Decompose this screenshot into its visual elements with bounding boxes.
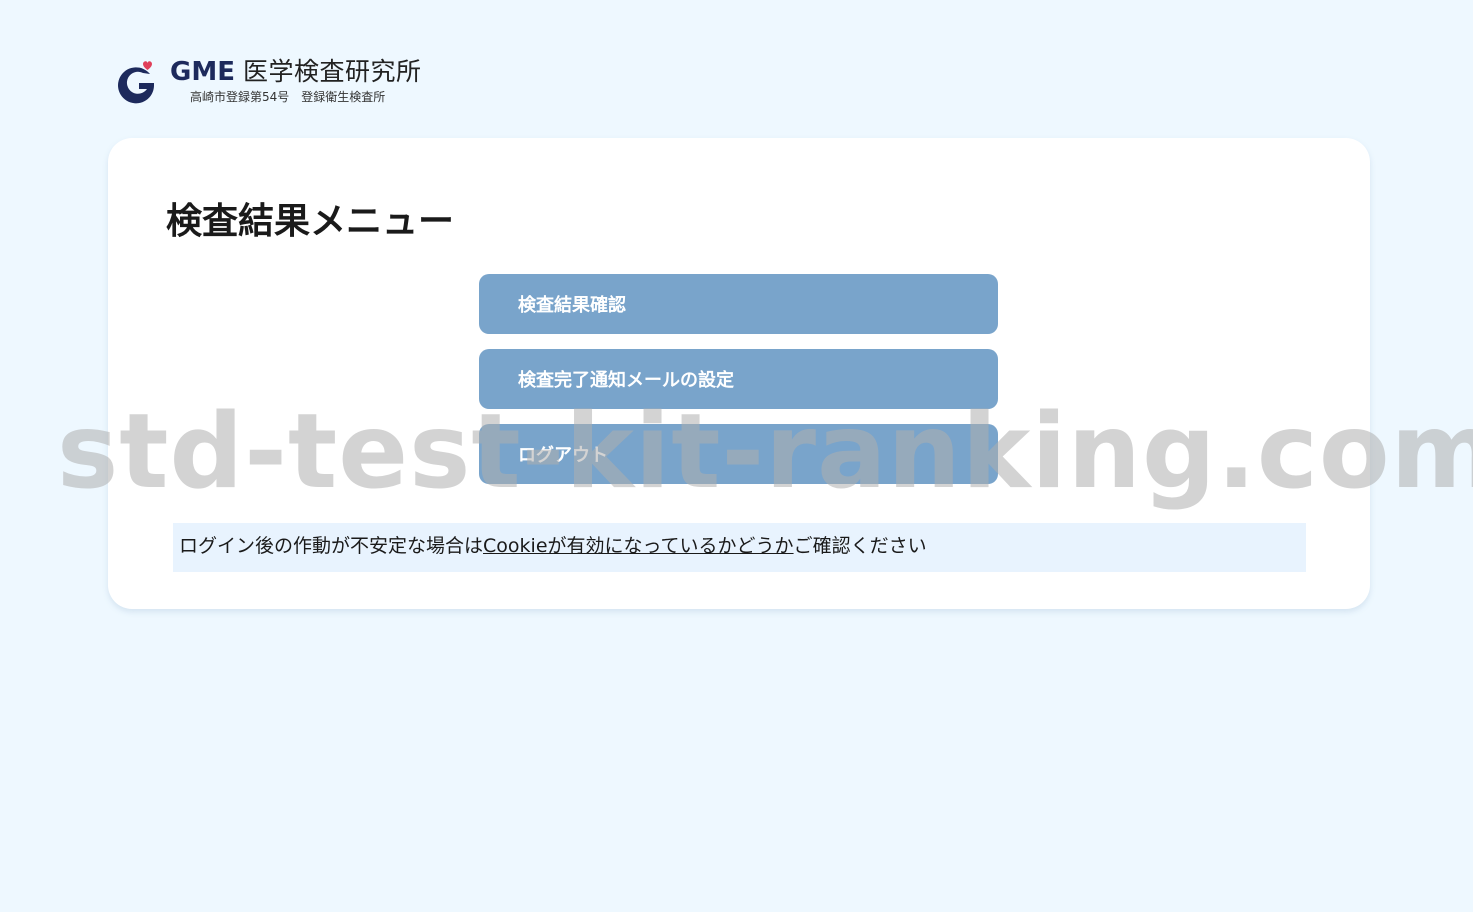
notification-mail-settings-button[interactable]: 検査完了通知メールの設定 <box>479 349 998 409</box>
page-title: 検査結果メニュー <box>166 201 455 242</box>
brand-name-jp: 医学検査研究所 <box>242 57 422 86</box>
cookie-notice: ログイン後の作動が不安定な場合はCookieが有効になっているかどうかご確認くだ… <box>173 523 1306 572</box>
view-results-button[interactable]: 検査結果確認 <box>479 274 998 334</box>
notice-prefix: ログイン後の作動が不安定な場合は <box>179 535 484 557</box>
notification-mail-settings-label: 検査完了通知メールの設定 <box>518 370 734 391</box>
site-logo[interactable]: GME 医学検査研究所 高崎市登録第54号 登録衛生検査所 <box>114 56 422 108</box>
brand-name: GME <box>170 57 235 87</box>
result-menu: 検査結果確認 検査完了通知メールの設定 ログアウト <box>479 274 998 499</box>
menu-card: 検査結果メニュー 検査結果確認 検査完了通知メールの設定 ログアウト ログイン後… <box>108 138 1370 609</box>
notice-suffix: ご確認ください <box>793 535 927 557</box>
brand-subtitle: 高崎市登録第54号 登録衛生検査所 <box>190 90 386 104</box>
cookie-help-link[interactable]: Cookieが有効になっているかどうか <box>483 535 794 557</box>
gme-logo-mark-icon <box>118 61 154 104</box>
logout-label: ログアウト <box>518 445 608 466</box>
logout-button[interactable]: ログアウト <box>479 424 998 484</box>
view-results-label: 検査結果確認 <box>518 295 626 316</box>
